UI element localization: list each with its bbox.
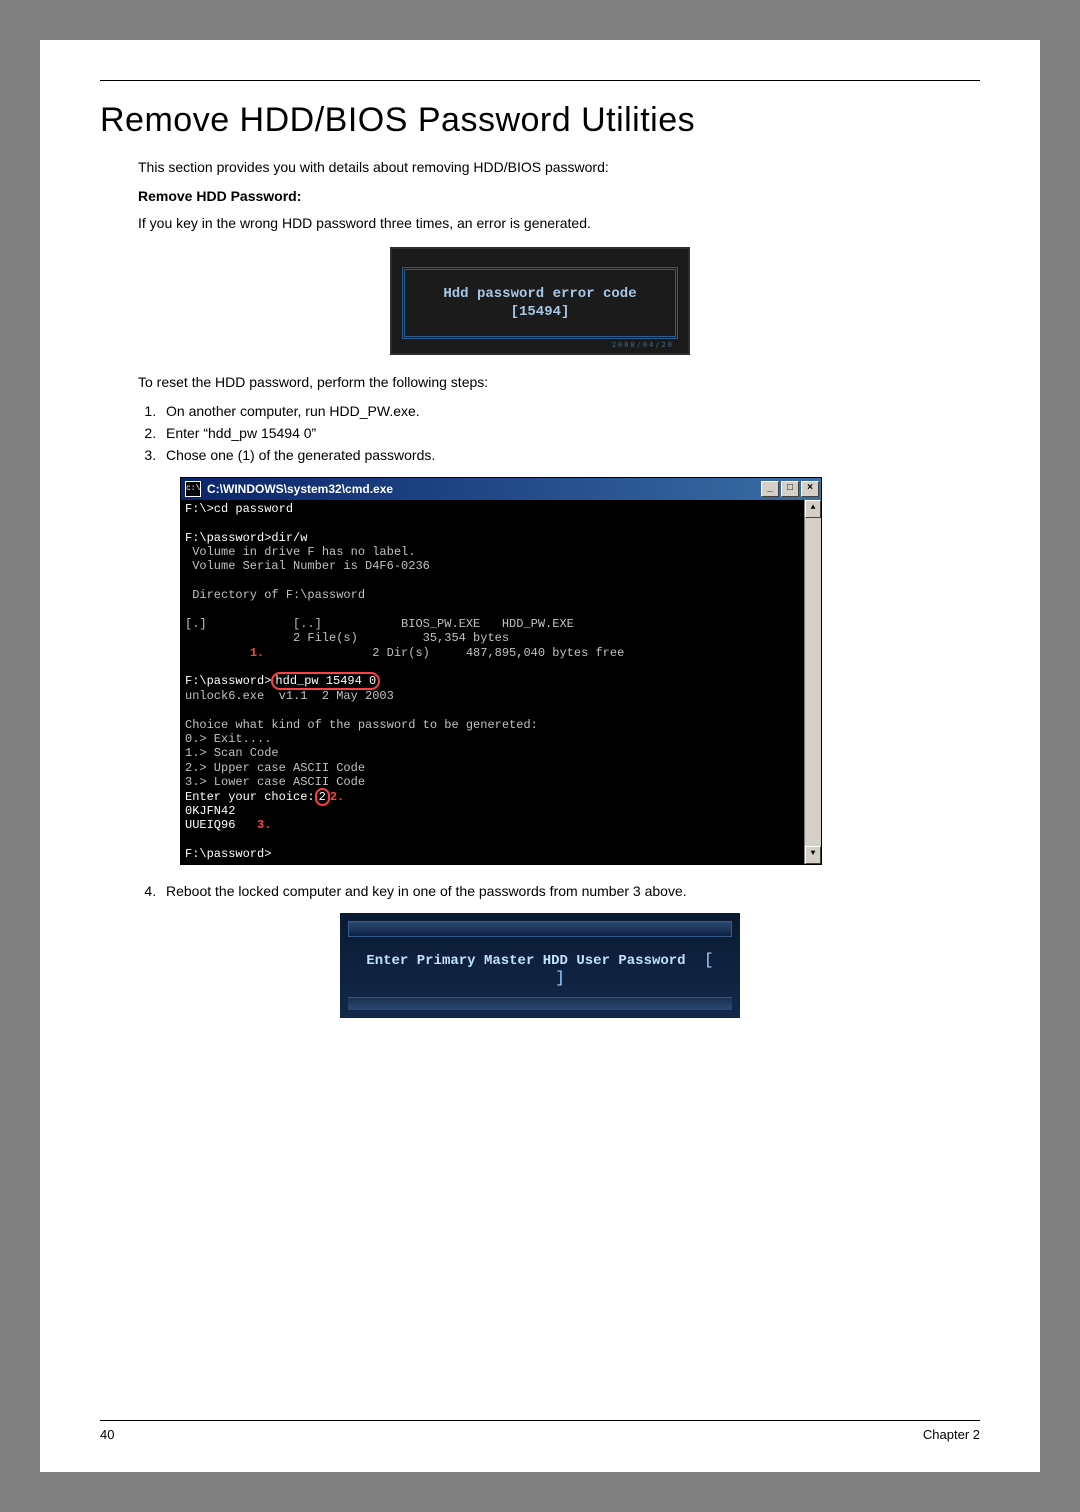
scroll-up-icon[interactable]: ▲ (805, 500, 821, 518)
hdd-error-line1: Hdd password error code (411, 286, 669, 302)
figure-hdd-error: Hdd password error code [15494] 2008/04/… (100, 247, 980, 355)
steps-list-cont: Reboot the locked computer and key in on… (138, 883, 980, 899)
annotation-2: 2. (330, 790, 344, 804)
figure-cmd: c:\ C:\WINDOWS\system32\cmd.exe _ □ × F:… (180, 477, 980, 865)
hdd-error-date: 2008/04/20 (612, 341, 674, 349)
bios-msg-row: Enter Primary Master HDD User Password [… (348, 941, 732, 997)
maximize-button[interactable]: □ (781, 481, 799, 497)
cmd-title-buttons: _ □ × (761, 481, 819, 497)
step-4: Reboot the locked computer and key in on… (160, 883, 980, 899)
bios-bottom-bar (348, 997, 732, 1010)
step-3: Chose one (1) of the generated passwords… (160, 447, 980, 463)
bios-bracket-open: [ (704, 951, 714, 969)
circled-choice: 2 (315, 788, 330, 806)
intro-text: This section provides you with details a… (138, 158, 980, 178)
cmd-icon: c:\ (185, 481, 201, 497)
steps-list: On another computer, run HDD_PW.exe. Ent… (138, 403, 980, 463)
annotation-1: 1. (250, 646, 264, 660)
bios-msg: Enter Primary Master HDD User Password (366, 953, 685, 969)
figure-bios-prompt: Enter Primary Master HDD User Password [… (100, 913, 980, 1018)
minimize-button[interactable]: _ (761, 481, 779, 497)
subhead: Remove HDD Password: (138, 188, 980, 204)
chapter-label: Chapter 2 (923, 1427, 980, 1442)
cmd-title-text: C:\WINDOWS\system32\cmd.exe (207, 482, 761, 496)
cmd-titlebar: c:\ C:\WINDOWS\system32\cmd.exe _ □ × (181, 478, 821, 500)
cmd-body: F:\>cd password F:\password>dir/w Volume… (181, 500, 821, 864)
document-page: Remove HDD/BIOS Password Utilities This … (40, 40, 1040, 1472)
step-2: Enter “hdd_pw 15494 0” (160, 425, 980, 441)
page-footer: 40 Chapter 2 (100, 1420, 980, 1442)
bios-top-bar (348, 921, 732, 937)
page-title: Remove HDD/BIOS Password Utilities (100, 101, 980, 140)
close-button[interactable]: × (801, 481, 819, 497)
hdd-error-line2: [15494] (411, 304, 669, 320)
wrong-pw-text: If you key in the wrong HDD password thr… (138, 214, 980, 234)
scroll-down-icon[interactable]: ▼ (805, 846, 821, 864)
page-number: 40 (100, 1427, 114, 1442)
footer-rule (100, 1420, 980, 1421)
hdd-error-inner: Hdd password error code [15494] (402, 267, 678, 339)
bios-bracket-close: ] (555, 969, 565, 987)
scroll-track[interactable] (805, 518, 821, 846)
circled-command: hdd_pw 15494 0 (271, 672, 380, 690)
bios-prompt: Enter Primary Master HDD User Password [… (340, 913, 740, 1018)
cmd-content: F:\>cd password F:\password>dir/w Volume… (181, 500, 804, 864)
reset-intro: To reset the HDD password, perform the f… (138, 373, 980, 393)
cmd-scrollbar[interactable]: ▲ ▼ (804, 500, 821, 864)
step-1: On another computer, run HDD_PW.exe. (160, 403, 980, 419)
annotation-3: 3. (257, 818, 271, 832)
cmd-window: c:\ C:\WINDOWS\system32\cmd.exe _ □ × F:… (180, 477, 822, 865)
top-rule (100, 80, 980, 81)
hdd-error-dialog: Hdd password error code [15494] 2008/04/… (390, 247, 690, 355)
